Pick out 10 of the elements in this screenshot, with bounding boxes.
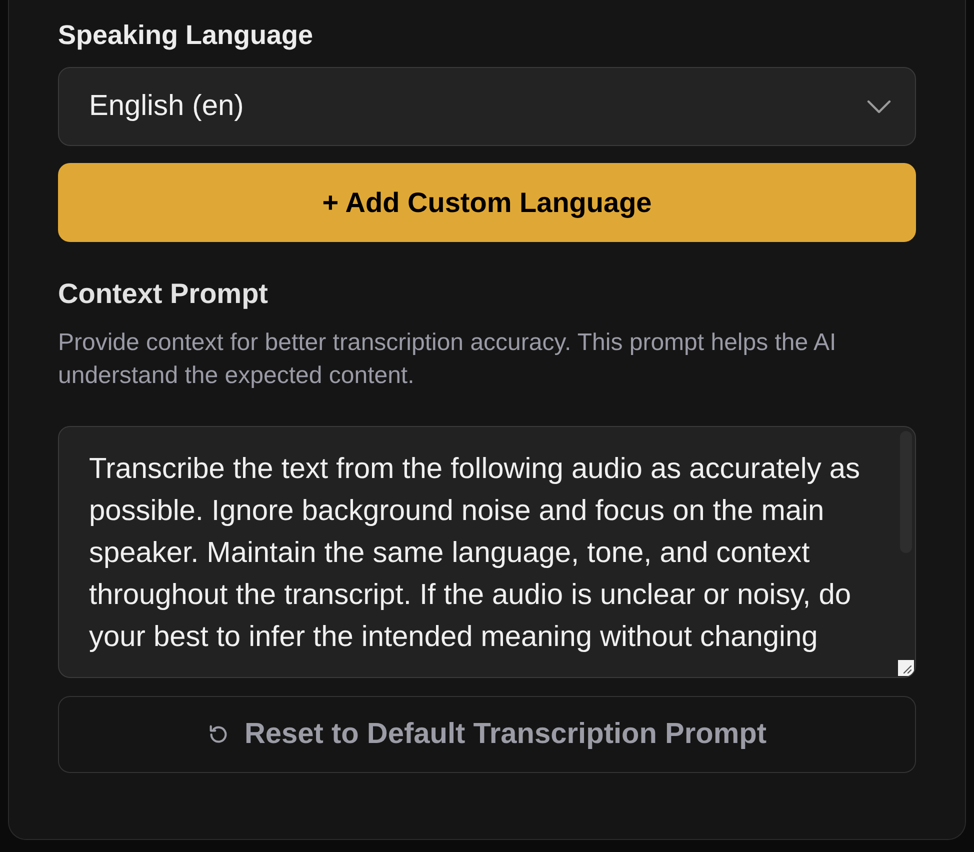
speaking-language-label: Speaking Language	[58, 20, 314, 51]
language-select[interactable]: English (en)	[58, 67, 916, 146]
context-prompt-description: Provide context for better transcription accuracy. This prompt helps the AI understand the expected content.	[58, 328, 838, 391]
resize-grip-icon[interactable]	[898, 660, 914, 676]
chevron-down-icon	[867, 100, 891, 114]
scrollbar-thumb[interactable]	[900, 431, 912, 553]
context-prompt-title: Context Prompt	[58, 278, 269, 309]
add-custom-language-button[interactable]: + Add Custom Language	[58, 163, 916, 242]
reset-prompt-button[interactable]: Reset to Default Transcription Prompt	[58, 696, 916, 773]
context-prompt-field[interactable]: Transcribe the text from the following audio as accurately as possible. Ignore background noise and focus on the main speaker. Maintain the same language, tone, and context throughout the transcript. If the audio is unclear or noisy, do your best to infer the intended meaning without changing	[58, 426, 916, 678]
